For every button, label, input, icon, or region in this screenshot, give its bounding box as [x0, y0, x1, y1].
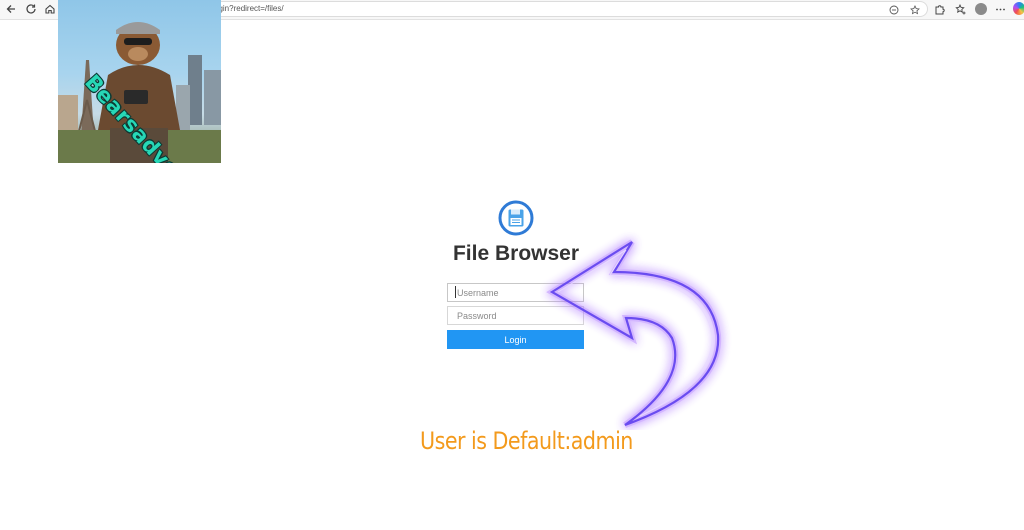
- url-text: ogin?redirect=/files/: [214, 4, 284, 13]
- back-arrow-icon[interactable]: [3, 1, 19, 17]
- bear-sticker-image: Bearsadventures: [58, 0, 221, 163]
- glowing-arrow-icon: [546, 239, 722, 428]
- reload-icon[interactable]: [23, 1, 39, 17]
- extensions-icon[interactable]: [931, 1, 947, 17]
- home-icon[interactable]: [42, 1, 58, 17]
- default-credentials-note: User is Default:admin: [420, 427, 633, 455]
- floppy-disk-icon: [498, 200, 534, 236]
- text-cursor: [455, 286, 456, 298]
- favorites-icon[interactable]: [952, 1, 968, 17]
- profile-avatar-icon[interactable]: [975, 3, 987, 15]
- reader-icon[interactable]: [887, 3, 900, 16]
- more-icon[interactable]: [992, 1, 1008, 17]
- copilot-icon[interactable]: [1013, 2, 1024, 15]
- favorite-star-icon[interactable]: [908, 3, 921, 16]
